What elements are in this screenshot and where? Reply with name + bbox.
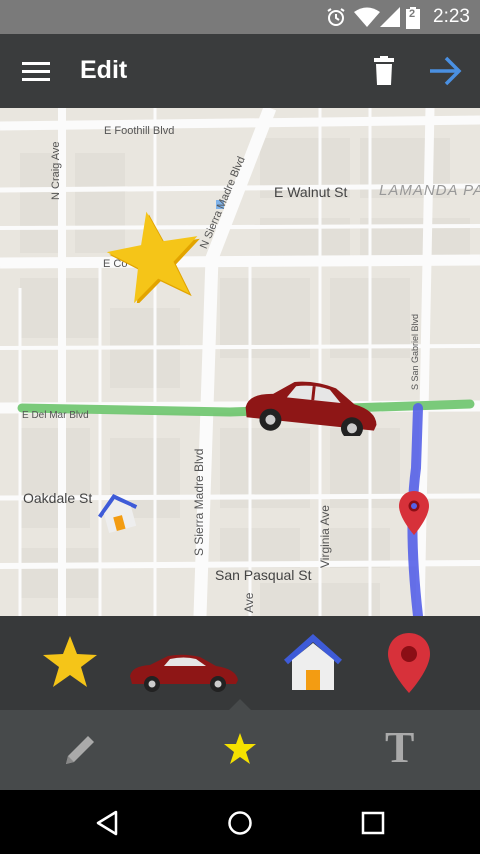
home-nav-icon[interactable] bbox=[227, 810, 253, 836]
pin-sticker[interactable] bbox=[398, 490, 430, 536]
car-sticker[interactable] bbox=[242, 378, 382, 436]
wifi-icon bbox=[354, 7, 380, 27]
area-label: LAMANDA PAR bbox=[379, 182, 480, 199]
street-label: E Del Mar Blvd bbox=[22, 410, 89, 421]
status-bar: 2 2:23 bbox=[0, 0, 480, 34]
palette-pin[interactable] bbox=[386, 632, 432, 694]
signal-icon bbox=[380, 7, 400, 27]
star-sticker[interactable] bbox=[104, 207, 204, 303]
star-tool-icon[interactable] bbox=[222, 732, 258, 766]
text-tool-icon[interactable]: T bbox=[385, 726, 414, 770]
palette-star[interactable] bbox=[40, 634, 100, 690]
map-canvas[interactable]: E Foothill Blvd N Craig Ave N Sierra Mad… bbox=[0, 108, 480, 616]
nav-bar bbox=[0, 790, 480, 854]
street-label: N Craig Ave bbox=[50, 141, 62, 201]
trash-icon[interactable] bbox=[370, 56, 398, 86]
street-label: S Sierra Madre Blvd bbox=[192, 448, 206, 556]
recents-icon[interactable] bbox=[361, 811, 385, 835]
pencil-icon[interactable] bbox=[62, 732, 98, 768]
selection-pointer bbox=[229, 699, 251, 710]
street-label: E Walnut St bbox=[274, 184, 348, 200]
arrow-forward-icon[interactable] bbox=[428, 54, 464, 88]
street-label: E Foothill Blvd bbox=[104, 125, 175, 137]
page-title: Edit bbox=[80, 56, 128, 84]
sticker-palette bbox=[0, 616, 480, 710]
street-label: Virginia Ave bbox=[318, 505, 332, 568]
alarm-icon bbox=[327, 8, 345, 26]
street-label: S San Gabriel Blvd bbox=[410, 313, 420, 390]
back-icon[interactable] bbox=[94, 810, 120, 836]
menu-icon[interactable] bbox=[22, 59, 52, 85]
home-sticker[interactable] bbox=[96, 490, 140, 534]
status-time: 2:23 bbox=[433, 6, 470, 27]
app-bar: Edit bbox=[0, 34, 480, 108]
tool-bar: T bbox=[0, 710, 480, 790]
palette-car[interactable] bbox=[128, 652, 240, 692]
palette-home[interactable] bbox=[282, 634, 344, 692]
street-label: Ave bbox=[242, 592, 256, 613]
battery-level: 2 bbox=[409, 8, 416, 20]
street-label: San Pasqual St bbox=[215, 567, 312, 583]
street-label: Oakdale St bbox=[23, 490, 93, 506]
